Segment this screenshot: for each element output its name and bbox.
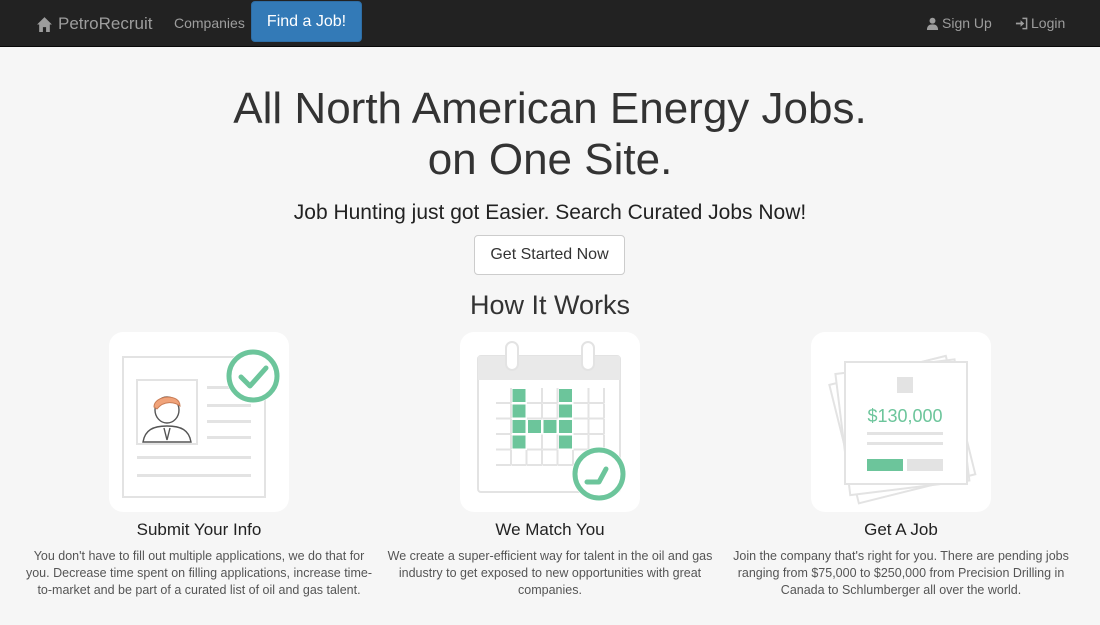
step-description: Join the company that's right for you. T… — [733, 549, 1069, 597]
user-icon — [926, 17, 939, 30]
navbar: PetroRecruit Companies Find a Job! Sign … — [0, 0, 1100, 47]
step-description: We create a super-efficient way for tale… — [387, 549, 713, 597]
resume-icon — [122, 349, 280, 498]
step-title: Get A Job — [864, 520, 938, 539]
step-title: We Match You — [495, 520, 605, 539]
nav-sign-up[interactable]: Sign Up — [926, 15, 992, 31]
home-icon — [37, 16, 52, 32]
hero-title-line1: All North American Energy Jobs. — [233, 84, 867, 133]
offer-letter-icon: $130,000 — [828, 354, 977, 505]
find-job-button[interactable]: Find a Job! — [251, 1, 362, 42]
submit-info-illustration — [109, 332, 289, 512]
brand-name: PetroRecruit — [58, 14, 153, 33]
hero-title: All North American Energy Jobs. on One S… — [0, 83, 1100, 185]
nav-login[interactable]: Login — [1015, 15, 1065, 31]
hero-subtitle: Job Hunting just got Easier. Search Cura… — [293, 201, 807, 224]
nav-companies[interactable]: Companies — [174, 15, 245, 31]
get-started-button[interactable]: Get Started Now — [474, 235, 625, 275]
calendar-icon — [477, 341, 626, 501]
step-submit-info: Submit Your Info You don't have to fill … — [19, 332, 379, 599]
salary-text: $130,000 — [867, 406, 942, 426]
we-match-illustration — [460, 332, 640, 512]
step-description: You don't have to fill out multiple appl… — [25, 549, 372, 597]
sign-up-label: Sign Up — [942, 15, 992, 31]
how-it-works-title: How It Works — [469, 290, 631, 320]
step-we-match: We Match You We create a super-efficient… — [370, 332, 730, 599]
step-title: Submit Your Info — [136, 520, 262, 539]
login-label: Login — [1031, 15, 1066, 31]
brand-link[interactable]: PetroRecruit — [36, 13, 152, 35]
step-get-job: $130,000 Get A Job Join the company that… — [721, 332, 1081, 599]
hero-title-line2: on One Site. — [427, 135, 673, 184]
login-icon — [1015, 17, 1028, 29]
get-job-illustration: $130,000 — [811, 332, 991, 512]
